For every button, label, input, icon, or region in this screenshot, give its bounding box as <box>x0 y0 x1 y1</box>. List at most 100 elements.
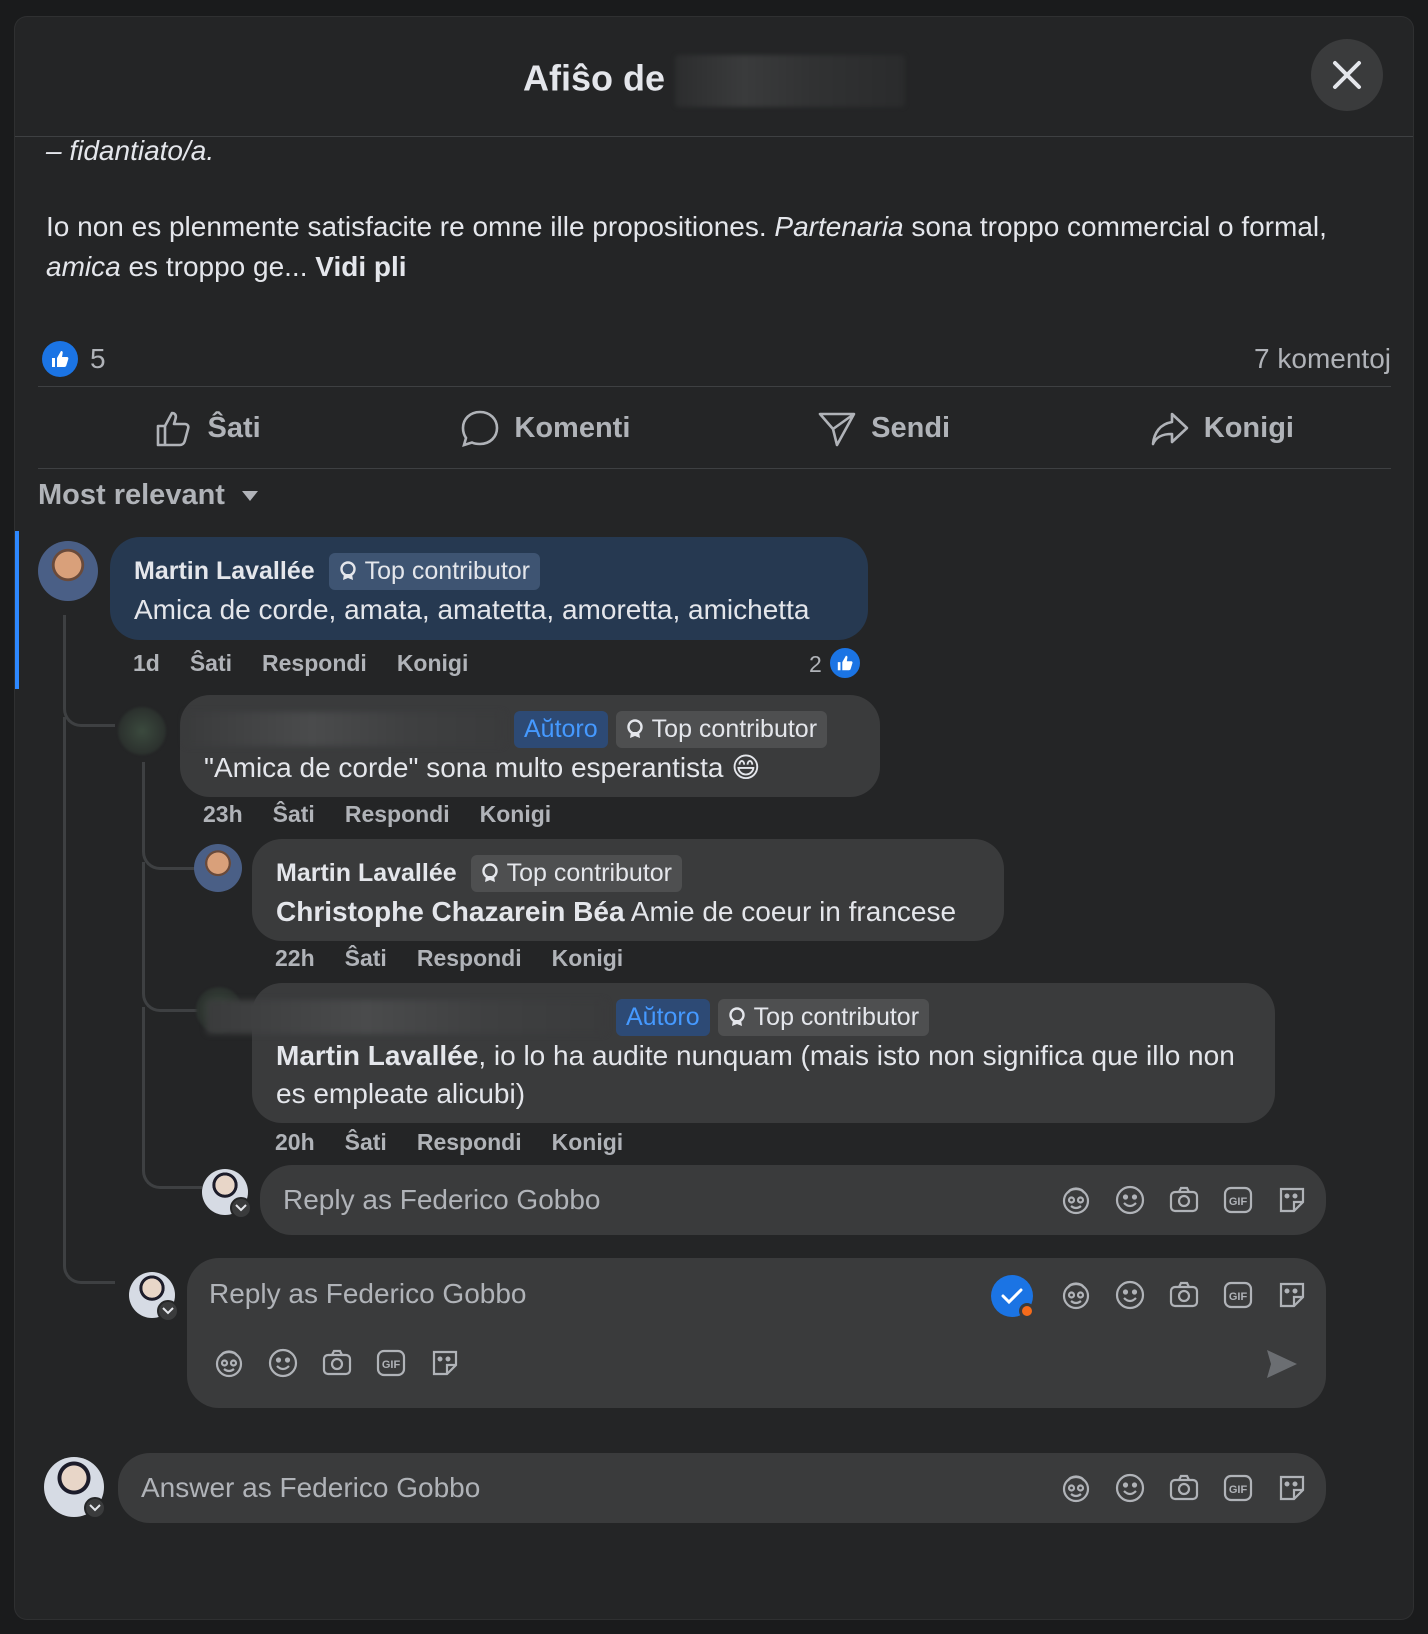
chevron-down-icon <box>89 1504 101 1512</box>
svg-text:GIF: GIF <box>382 1359 401 1371</box>
answer-input[interactable]: Answer as Federico Gobbo GIF <box>118 1453 1326 1523</box>
top-contributor-badge: Top contributor <box>470 854 683 892</box>
highlight-indicator <box>15 531 19 689</box>
avatar-sticker-icon[interactable] <box>1060 1279 1092 1311</box>
composer-tools-bottom: GIF <box>213 1347 461 1379</box>
avatar-sticker-icon[interactable] <box>1060 1472 1092 1504</box>
grammar-check-icon[interactable] <box>991 1275 1035 1319</box>
mention-link[interactable]: Martin Lavallée <box>276 1040 478 1071</box>
share-button[interactable]: Konigi <box>1053 389 1391 468</box>
post-text-line1: – fidantiato/a. <box>46 135 215 166</box>
comment-share-button[interactable]: Konigi <box>552 945 624 972</box>
profile-switch-chevron[interactable] <box>230 1197 252 1219</box>
comment-time[interactable]: 20h <box>275 1129 315 1156</box>
avatar[interactable] <box>118 707 166 755</box>
send-arrow-icon[interactable] <box>1264 1346 1300 1382</box>
comment-author[interactable]: Martin Lavallée <box>276 859 457 888</box>
thumbs-up-icon <box>156 411 190 446</box>
comment-meta: 23h Ŝati Respondi Konigi <box>203 801 551 828</box>
reply-input[interactable]: Reply as Federico Gobbo GIF <box>260 1165 1326 1235</box>
post-text-body: Io non es plenmente satisfacite re omne … <box>46 211 1327 282</box>
redacted-author <box>184 712 504 746</box>
profile-switch-chevron[interactable] <box>157 1300 179 1322</box>
comment-like-button[interactable]: Ŝati <box>345 945 387 972</box>
sticker-icon[interactable] <box>1276 1184 1308 1216</box>
composer-tools: GIF <box>1060 1472 1308 1504</box>
profile-switch-chevron[interactable] <box>84 1497 106 1519</box>
comment-bubble: Aŭtoro Top contributor "Amica de corde" … <box>180 695 880 797</box>
svg-text:GIF: GIF <box>1229 1196 1248 1208</box>
like-reaction-icon[interactable] <box>42 341 78 377</box>
comment-time[interactable]: 22h <box>275 945 315 972</box>
camera-icon[interactable] <box>1168 1279 1200 1311</box>
gif-icon[interactable]: GIF <box>1222 1279 1254 1311</box>
top-contributor-badge: Top contributor <box>328 552 541 590</box>
sticker-icon[interactable] <box>429 1347 461 1379</box>
comment-reply-button[interactable]: Respondi <box>417 945 522 972</box>
comment-reaction-count[interactable]: 2 <box>809 651 822 678</box>
close-icon <box>1333 61 1361 89</box>
comment-share-button[interactable]: Konigi <box>552 1129 624 1156</box>
chevron-down-icon <box>235 1204 247 1212</box>
comment-text: Martin Lavallée, io lo ha audite nunquam… <box>276 1040 1235 1109</box>
avatar[interactable] <box>38 541 98 601</box>
comment-time[interactable]: 23h <box>203 801 243 828</box>
see-more-link[interactable]: Vidi pli <box>315 251 406 282</box>
avatar-sticker-icon[interactable] <box>1060 1184 1092 1216</box>
comment-like-button[interactable]: Ŝati <box>345 1129 387 1156</box>
emoji-icon[interactable] <box>1114 1279 1146 1311</box>
comment-reply-button[interactable]: Respondi <box>262 650 367 677</box>
comment-like-button[interactable]: Ŝati <box>273 801 315 828</box>
emoji-icon[interactable] <box>1114 1184 1146 1216</box>
close-button[interactable] <box>1311 39 1383 111</box>
comment-text: "Amica de corde" sona multo esperantista… <box>204 752 761 783</box>
camera-icon[interactable] <box>1168 1472 1200 1504</box>
comment-reply-button[interactable]: Respondi <box>417 1129 522 1156</box>
sort-dropdown[interactable]: Most relevant <box>38 479 259 512</box>
comment-like-button[interactable]: Ŝati <box>190 650 232 677</box>
comment-button[interactable]: Komenti <box>376 389 714 468</box>
comment-count[interactable]: 7 komentoj <box>1254 343 1391 375</box>
comment-header: Aŭtoro Top contributor <box>206 997 1251 1037</box>
reply-composer[interactable]: Reply as Federico Gobbo GIF GIF <box>187 1258 1326 1408</box>
comment-text: Amica de corde, amata, amatetta, amorett… <box>134 594 810 625</box>
send-icon <box>818 412 856 446</box>
notification-dot <box>1019 1303 1035 1319</box>
like-button[interactable]: Ŝati <box>38 389 376 468</box>
comment-author[interactable]: Martin Lavallée <box>134 557 315 586</box>
comment-share-button[interactable]: Konigi <box>397 650 469 677</box>
comment-meta: 22h Ŝati Respondi Konigi <box>275 945 623 972</box>
camera-icon[interactable] <box>321 1347 353 1379</box>
composer-tools: GIF <box>1060 1279 1308 1311</box>
comment-time[interactable]: 1d <box>133 650 160 677</box>
svg-text:GIF: GIF <box>1229 1484 1248 1496</box>
thread-line <box>142 1007 202 1189</box>
gif-icon[interactable]: GIF <box>1222 1184 1254 1216</box>
post-actions: Ŝati Komenti Sendi Konigi <box>38 389 1391 469</box>
comment-share-button[interactable]: Konigi <box>480 801 552 828</box>
send-button[interactable]: Sendi <box>715 389 1053 468</box>
gif-icon[interactable]: GIF <box>375 1347 407 1379</box>
comment-reply-button[interactable]: Respondi <box>345 801 450 828</box>
chevron-down-icon <box>162 1307 174 1315</box>
sticker-icon[interactable] <box>1276 1279 1308 1311</box>
comment-header: Martin Lavallée Top contributor <box>134 551 844 591</box>
camera-icon[interactable] <box>1168 1184 1200 1216</box>
sticker-icon[interactable] <box>1276 1472 1308 1504</box>
like-count[interactable]: 5 <box>90 343 106 375</box>
comment-bubble: Aŭtoro Top contributor Martin Lavallée, … <box>206 983 1275 1123</box>
avatar-sticker-icon[interactable] <box>213 1347 245 1379</box>
gif-icon[interactable]: GIF <box>1222 1472 1254 1504</box>
emoji-icon[interactable] <box>1114 1472 1146 1504</box>
thread-line <box>63 615 115 727</box>
comment-text: Christophe Chazarein Béa Amie de coeur i… <box>276 896 957 927</box>
comment-meta: 20h Ŝati Respondi Konigi <box>275 1129 623 1156</box>
mention-link[interactable]: Christophe Chazarein Béa <box>276 896 625 927</box>
avatar[interactable] <box>194 844 242 892</box>
award-icon <box>626 719 643 738</box>
reply-placeholder: Reply as Federico Gobbo <box>283 1184 601 1215</box>
like-reaction-icon[interactable] <box>828 646 862 680</box>
emoji-icon[interactable] <box>267 1347 299 1379</box>
svg-text:GIF: GIF <box>1229 1291 1248 1303</box>
dialog-title-text: Afiŝo de <box>522 57 665 99</box>
